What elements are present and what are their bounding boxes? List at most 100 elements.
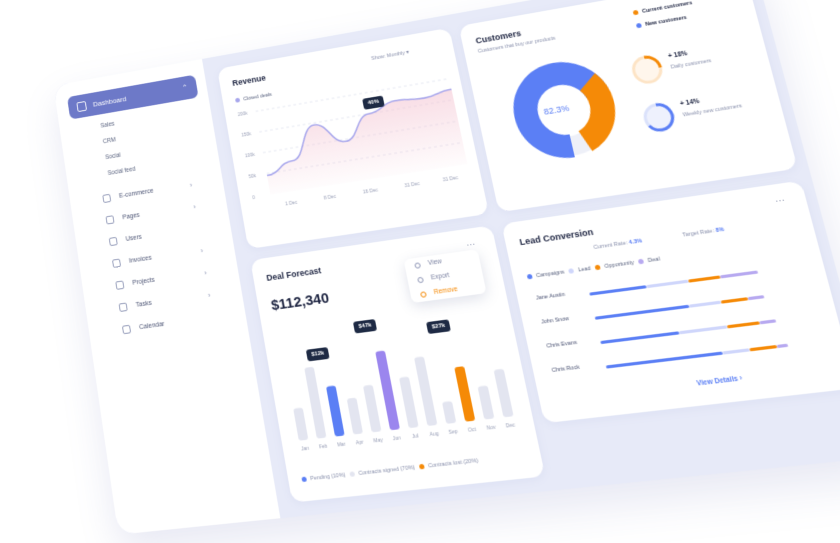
chevron-right-icon: › xyxy=(200,246,204,255)
calendar-icon xyxy=(122,325,131,334)
target-rate-value: 8% xyxy=(715,227,725,234)
sidebar-sub-social-feed[interactable]: Social feed xyxy=(107,166,136,177)
lane-segment xyxy=(600,331,679,344)
lead-row-label: Jane Austin xyxy=(535,292,565,302)
x-tick: Apr xyxy=(355,439,364,445)
eye-icon xyxy=(414,262,421,269)
export-icon xyxy=(417,276,424,283)
sidebar-item-pages[interactable]: Pages › xyxy=(106,211,141,224)
x-tick: Sep xyxy=(448,429,458,436)
current-rate-label: Current Rate: xyxy=(593,240,628,251)
deal-legend: Pending (10%) Contracts signed (70%) Con… xyxy=(301,458,479,483)
legend-dot xyxy=(638,259,644,265)
legend-dot xyxy=(349,471,355,477)
target-rate-label: Target Rate: xyxy=(682,228,715,238)
x-tick: Aug xyxy=(429,431,439,438)
bar-oct[interactable] xyxy=(454,366,475,422)
x-tick: May xyxy=(373,437,384,444)
lane-segment xyxy=(722,348,750,354)
deal-forecast-title: Deal Forecast xyxy=(266,266,322,283)
legend-current: Current customers xyxy=(633,0,693,16)
lane-segment xyxy=(727,321,760,328)
revenue-legend: Closed deals xyxy=(235,92,272,104)
x-tick: 8 Dec xyxy=(323,194,336,201)
x-tick: Dec xyxy=(505,422,516,429)
sidebar-item-calendar[interactable]: Calendar xyxy=(122,320,165,334)
stat1-label: Daily customers xyxy=(670,58,712,70)
sidebar-item-dashboard[interactable]: Dashboard ⌃ xyxy=(67,75,199,120)
bar-may[interactable] xyxy=(363,385,381,433)
more-icon[interactable]: ⋯ xyxy=(774,195,787,207)
sidebar-item-invoices[interactable]: Invoices › xyxy=(112,254,152,268)
bar-nov[interactable] xyxy=(478,386,495,420)
lane-segment xyxy=(595,305,690,320)
sidebar-sub-crm[interactable]: CRM xyxy=(103,137,117,145)
customers-card: Customers Customers that buy our product… xyxy=(459,0,798,212)
cart-icon xyxy=(102,194,111,203)
revenue-show-filter[interactable]: Show: Monthly ▾ xyxy=(371,50,410,62)
view-details-label: View Details xyxy=(696,376,739,388)
lead-conversion-title: Lead Conversion xyxy=(519,227,595,247)
legend-dot xyxy=(419,464,425,470)
x-tick: Nov xyxy=(486,424,497,431)
target-rate: Target Rate: 8% xyxy=(682,227,725,239)
lane-segment xyxy=(679,325,728,334)
projects-icon xyxy=(115,280,124,289)
sidebar-item-label: Tasks xyxy=(135,300,152,309)
stat1-value: + 18% xyxy=(668,50,689,60)
legend-signed: Contracts signed (70%) xyxy=(358,465,415,477)
lane-segment xyxy=(777,344,789,348)
dashboard-icon xyxy=(76,101,87,112)
bar-jan[interactable] xyxy=(293,408,308,441)
chevron-right-icon: › xyxy=(189,181,193,189)
bar-sep[interactable] xyxy=(442,401,456,424)
revenue-title: Revenue xyxy=(232,73,267,88)
x-tick: 31 Dec xyxy=(442,175,458,183)
legend-dot xyxy=(595,265,601,271)
current-rate-value: 4.3% xyxy=(628,238,642,246)
x-tick: Mar xyxy=(337,441,347,447)
deal-forecast-amount: $112,340 xyxy=(270,290,330,314)
lane-segment xyxy=(646,280,689,289)
y-tick: 200k xyxy=(237,111,248,118)
x-tick: 16 Dec xyxy=(363,188,379,196)
show-label: Show: xyxy=(371,54,386,62)
legend-current-label: Current customers xyxy=(642,0,693,14)
legend-dot xyxy=(636,23,642,29)
sidebar-item-label: Projects xyxy=(132,277,155,287)
view-details-link[interactable]: View Details › xyxy=(696,375,743,388)
x-tick: Feb xyxy=(319,443,329,449)
lane-segment xyxy=(689,301,722,308)
sidebar-item-ecommerce[interactable]: E-commerce › xyxy=(102,187,154,203)
legend-new-label: New customers xyxy=(645,15,688,28)
menu-item-label: Remove xyxy=(433,286,458,296)
menu-item-label: Export xyxy=(430,272,450,281)
bar-mar[interactable] xyxy=(326,386,345,437)
lead-row-label: Chris Evans xyxy=(546,340,578,350)
lane-segment xyxy=(688,275,721,282)
sidebar-item-label: Calendar xyxy=(139,321,165,331)
sidebar-item-tasks[interactable]: Tasks › xyxy=(119,299,153,312)
stat2-ring xyxy=(638,98,681,136)
lane-segment xyxy=(749,345,777,351)
y-tick: 100k xyxy=(245,152,256,159)
sidebar-item-label: Users xyxy=(125,234,142,243)
current-rate: Current Rate: 4.3% xyxy=(593,238,643,251)
bar-dec[interactable] xyxy=(494,369,514,418)
bar-aug[interactable] xyxy=(414,356,437,426)
sidebar-item-projects[interactable]: Projects › xyxy=(115,276,155,290)
bar-apr[interactable] xyxy=(347,398,363,435)
menu-item-label: View xyxy=(427,258,442,267)
bar-feb[interactable] xyxy=(304,367,326,439)
x-tick: 1 Dec xyxy=(285,200,298,207)
sidebar-item-users[interactable]: Users xyxy=(109,233,143,246)
sidebar-sub-social[interactable]: Social xyxy=(105,152,121,161)
x-tick: Jun xyxy=(392,435,401,441)
bar-jul[interactable] xyxy=(399,377,419,429)
context-menu: View Export Remove xyxy=(404,249,487,303)
legend-lead: Lead xyxy=(578,266,592,274)
sidebar-item-label: E-commerce xyxy=(119,188,154,200)
stat2-value: + 14% xyxy=(679,98,700,108)
sidebar-sub-sales[interactable]: Sales xyxy=(100,121,115,129)
stat1-ring xyxy=(626,51,668,89)
